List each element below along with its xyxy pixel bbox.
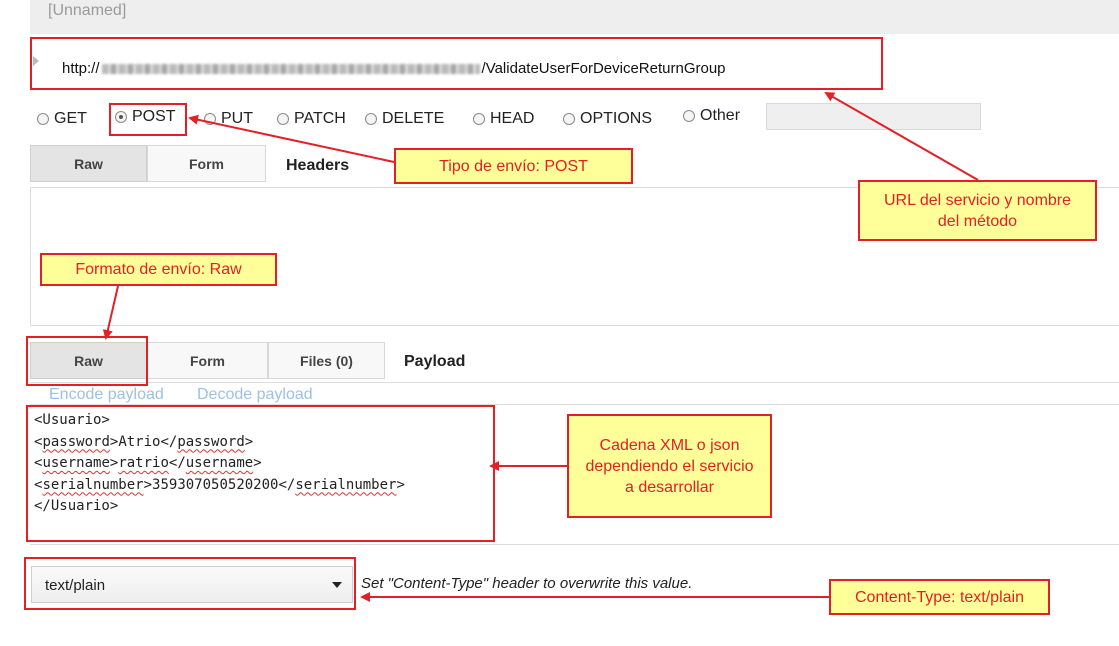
annotation-arrows bbox=[102, 92, 979, 602]
arrow-to-url bbox=[824, 92, 979, 181]
arrow-to-post bbox=[188, 114, 395, 163]
arrow-to-raw bbox=[102, 285, 119, 340]
